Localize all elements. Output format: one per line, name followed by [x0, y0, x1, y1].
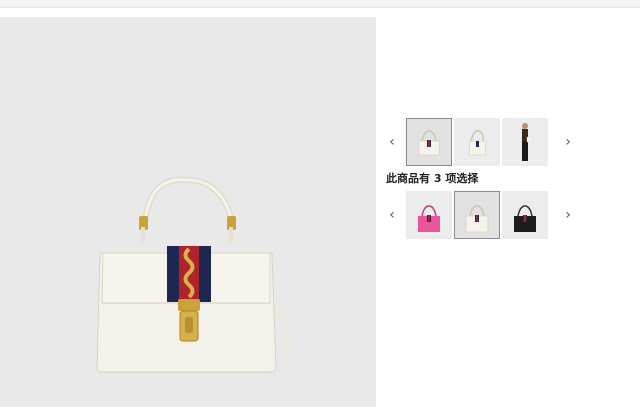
chevron-left-icon: ‹ [389, 207, 395, 223]
handbag-image [96, 176, 290, 373]
gallery-thumbnail-model[interactable] [502, 118, 548, 166]
image-gallery: ‹ › [384, 118, 580, 168]
product-main-image [0, 17, 376, 407]
variant-count-label: 此商品有 3 项选择 [386, 172, 479, 185]
variant-option-black[interactable] [502, 191, 548, 239]
chevron-left-icon: ‹ [389, 134, 395, 150]
color-variants: ‹ › [384, 191, 580, 241]
chevron-right-icon: › [565, 134, 571, 150]
variants-prev-button[interactable]: ‹ [384, 207, 400, 223]
chevron-right-icon: › [565, 207, 571, 223]
gallery-next-button[interactable]: › [560, 134, 576, 150]
gallery-thumbnail-side[interactable] [454, 118, 500, 166]
gallery-thumbnail-front[interactable] [406, 118, 452, 166]
variants-next-button[interactable]: › [560, 207, 576, 223]
variant-option-pink[interactable] [406, 191, 452, 239]
gallery-prev-button[interactable]: ‹ [384, 134, 400, 150]
variant-option-white[interactable] [454, 191, 500, 239]
top-bar [0, 0, 640, 8]
